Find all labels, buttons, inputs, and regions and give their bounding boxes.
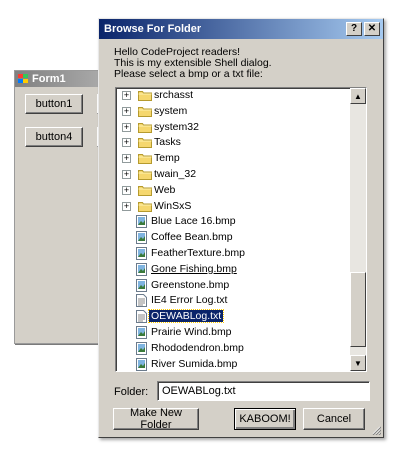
tree-item-label: system32 <box>154 120 199 133</box>
bitmap-file-icon <box>136 278 147 292</box>
folder-tree[interactable]: + srchasst + system + system32 + Tasks + Temp + twa… <box>115 87 367 372</box>
tree-item-label: Greenstone.bmp <box>151 278 230 291</box>
bitmap-file-icon <box>136 215 147 229</box>
tree-folder-item[interactable]: + srchasst <box>116 88 349 104</box>
tree-item-label: IE4 Error Log.txt <box>151 294 228 307</box>
tree-item-label: Rhododendron.bmp <box>151 341 244 354</box>
tree-item-label: Temp <box>154 152 180 165</box>
tree-file-item[interactable]: IE4 Error Log.txt <box>116 293 349 309</box>
tree-folder-item[interactable]: + system32 <box>116 120 349 136</box>
kaboom-button[interactable]: KABOOM! <box>234 408 296 430</box>
tree-folder-item[interactable]: + Temp <box>116 151 349 167</box>
folder-icon <box>138 122 152 133</box>
expand-icon[interactable]: + <box>122 201 131 211</box>
dialog-message: Hello CodeProject readers! This is my ex… <box>114 47 272 80</box>
bitmap-file-icon <box>136 262 147 276</box>
tree-file-item[interactable]: Rhododendron.bmp <box>116 341 349 357</box>
tree-item-label: srchasst <box>154 89 194 101</box>
tree-item-label: Blue Lace 16.bmp <box>151 215 236 228</box>
folder-icon <box>138 106 152 117</box>
dialog-titlebar[interactable]: Browse For Folder ? ✕ <box>99 19 383 39</box>
tree-file-item[interactable]: FeatherTexture.bmp <box>116 246 349 262</box>
expand-icon[interactable]: + <box>122 169 131 179</box>
tree-item-label: WinSxS <box>154 199 192 212</box>
tree-file-item[interactable]: Blue Lace 16.bmp <box>116 214 349 230</box>
bitmap-file-icon <box>136 357 147 371</box>
tree-item-label: OEWABLog.txt <box>147 309 225 324</box>
resize-grip-icon[interactable] <box>371 425 381 435</box>
tree-file-item[interactable]: Prairie Wind.bmp <box>116 325 349 341</box>
form1-title: Form1 <box>32 73 66 85</box>
text-file-icon <box>136 294 147 308</box>
scroll-thumb[interactable] <box>350 272 366 347</box>
tree-folder-item[interactable]: + Web <box>116 183 349 199</box>
bitmap-file-icon <box>136 341 147 355</box>
tree-file-item[interactable]: Gone Fishing.bmp <box>116 262 349 278</box>
bitmap-file-icon <box>136 246 147 260</box>
tree-item-label: Web <box>154 183 176 196</box>
text-file-icon <box>136 310 147 324</box>
scroll-up-button[interactable]: ▲ <box>350 88 366 104</box>
folder-icon <box>138 169 152 180</box>
make-new-folder-button[interactable]: Make New Folder <box>113 407 199 431</box>
tree-file-item[interactable]: Greenstone.bmp <box>116 278 349 294</box>
folder-field[interactable] <box>157 381 370 401</box>
folder-icon <box>138 90 152 101</box>
cancel-button[interactable]: Cancel <box>303 408 365 430</box>
folder-icon <box>138 137 152 149</box>
tree-file-item[interactable]: Coffee Bean.bmp <box>116 230 349 246</box>
app-icon <box>18 74 29 84</box>
browse-folder-dialog[interactable]: Browse For Folder ? ✕ Hello CodeProject … <box>98 18 384 438</box>
expand-icon[interactable]: + <box>122 154 131 164</box>
folder-icon <box>138 185 152 196</box>
expand-icon[interactable]: + <box>122 91 131 100</box>
tree-item-label: FeatherTexture.bmp <box>151 246 245 259</box>
folder-icon <box>138 153 152 165</box>
button4[interactable]: button4 <box>25 127 83 147</box>
expand-icon[interactable]: + <box>122 106 131 116</box>
message-line: Please select a bmp or a txt file: <box>114 68 263 80</box>
help-button[interactable]: ? <box>346 22 362 36</box>
tree-item-label: Tasks <box>154 136 181 149</box>
vertical-scrollbar[interactable]: ▲ ▼ <box>350 88 366 371</box>
tree-item-label: twain_32 <box>154 167 197 180</box>
scroll-down-button[interactable]: ▼ <box>350 355 366 371</box>
expand-icon[interactable]: + <box>122 122 131 132</box>
folder-icon <box>138 201 152 212</box>
tree-list: + srchasst + system + system32 + Tasks + Temp + twa… <box>116 88 349 371</box>
tree-file-item[interactable]: OEWABLog.txt <box>116 309 349 325</box>
tree-item-label: system <box>154 104 188 117</box>
expand-icon[interactable]: + <box>122 138 131 148</box>
bitmap-file-icon <box>136 231 147 245</box>
dialog-title: Browse For Folder <box>104 23 202 35</box>
folder-label: Folder: <box>114 386 149 398</box>
tree-folder-item[interactable]: + twain_32 <box>116 167 349 183</box>
tree-item-label: River Sumida.bmp <box>151 357 238 370</box>
tree-folder-item[interactable]: + system <box>116 104 349 120</box>
tree-folder-item[interactable]: + WinSxS <box>116 199 349 215</box>
tree-file-item[interactable]: River Sumida.bmp <box>116 357 349 371</box>
button1[interactable]: button1 <box>25 94 83 114</box>
bitmap-file-icon <box>136 325 147 339</box>
tree-item-label: Prairie Wind.bmp <box>151 325 232 338</box>
tree-item-label: Coffee Bean.bmp <box>151 231 233 244</box>
tree-item-label: Gone Fishing.bmp <box>151 262 237 275</box>
tree-folder-item[interactable]: + Tasks <box>116 135 349 151</box>
close-button[interactable]: ✕ <box>364 22 380 36</box>
expand-icon[interactable]: + <box>122 185 131 195</box>
